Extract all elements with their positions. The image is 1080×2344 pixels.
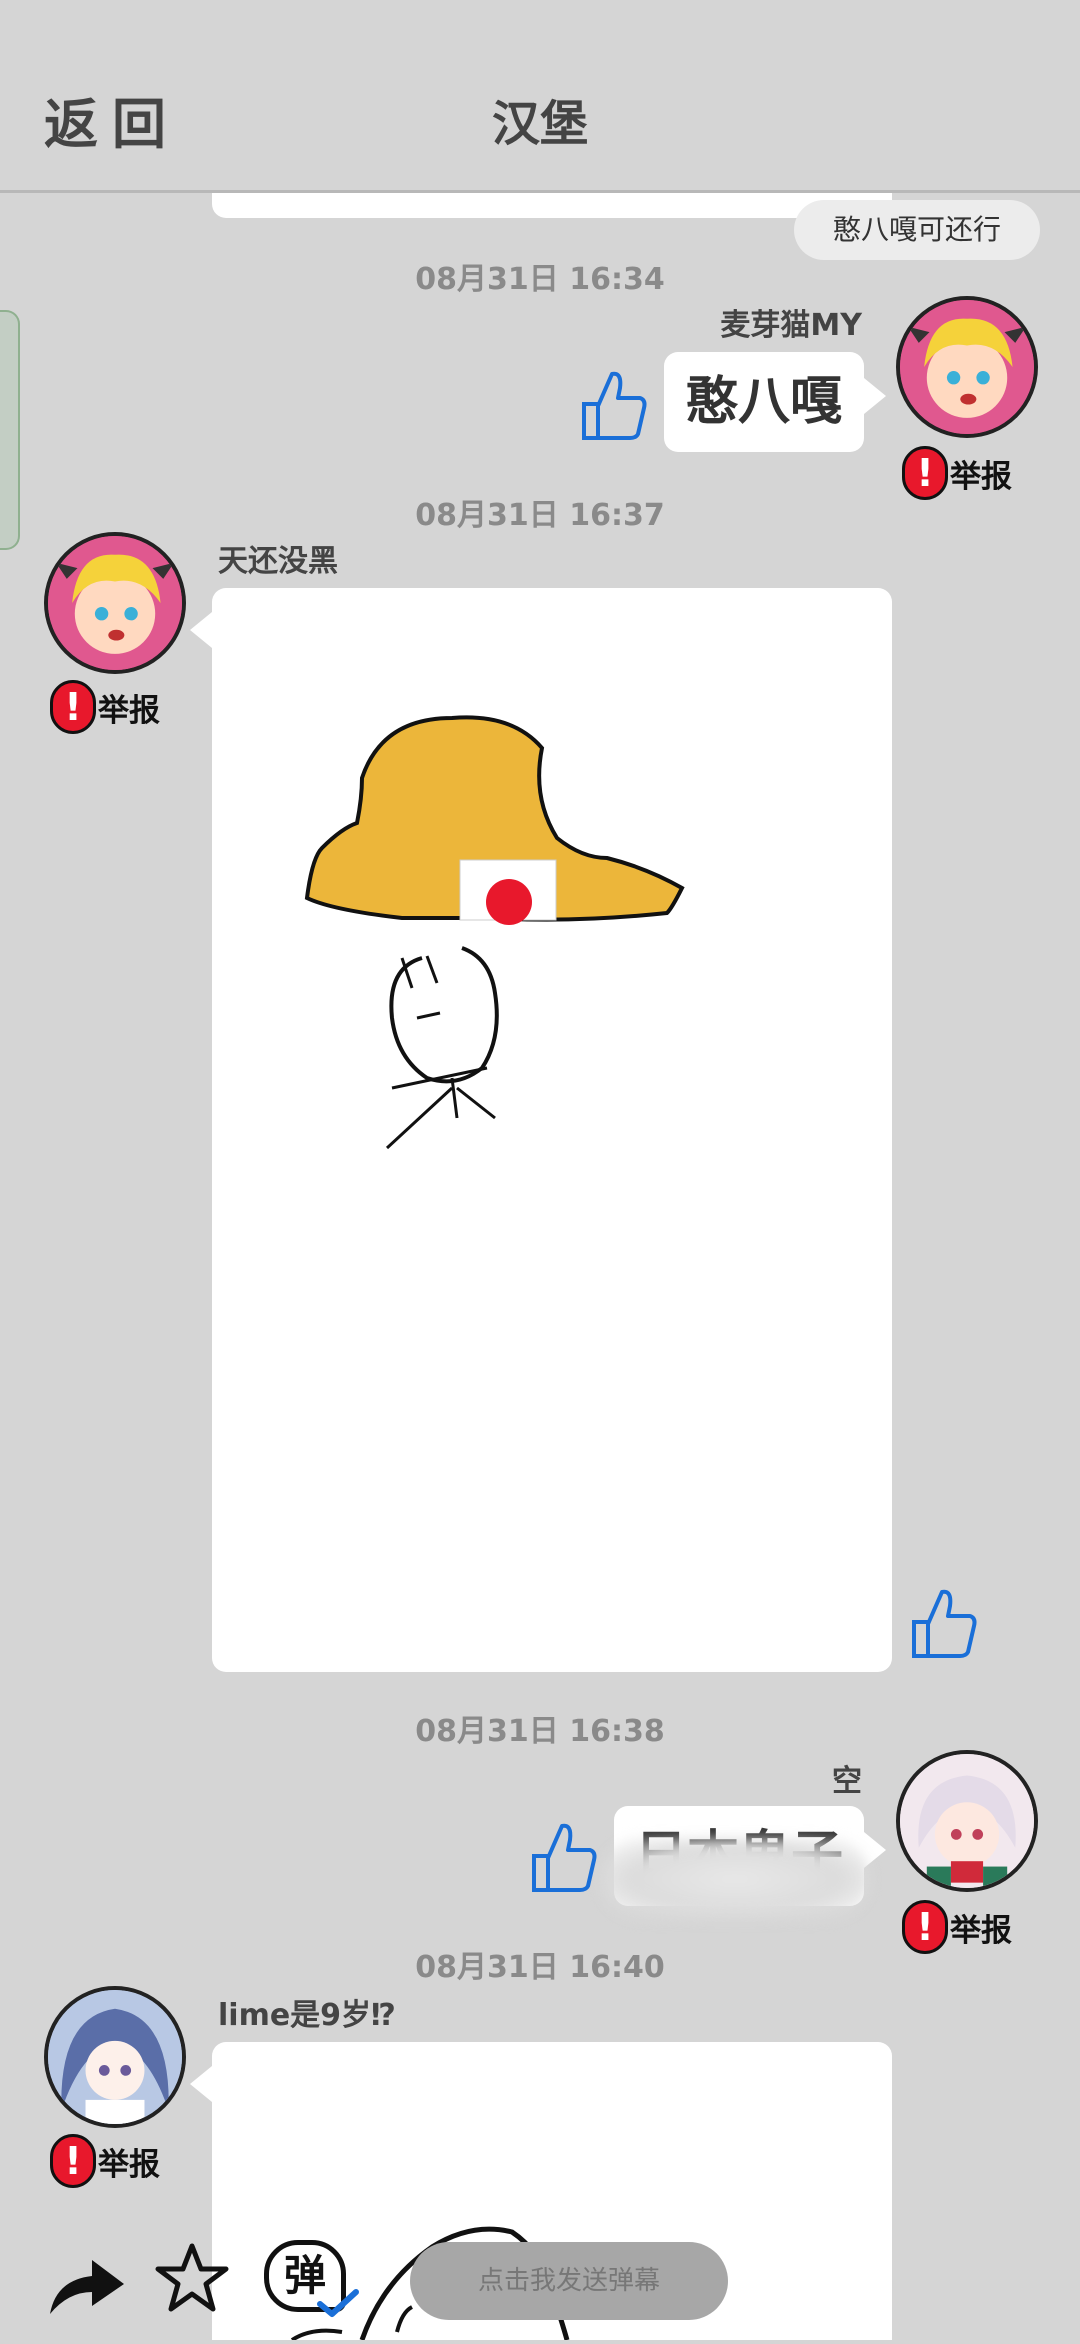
- avatar-image: [48, 1990, 182, 2124]
- message-image-bubble[interactable]: [212, 588, 892, 1672]
- avatar[interactable]: [896, 1750, 1038, 1892]
- message-username[interactable]: lime是9岁⁉: [218, 1990, 396, 2034]
- bubble-tail: [190, 612, 212, 648]
- report-label: 举报: [98, 2146, 160, 2183]
- report-button[interactable]: ! 举报: [50, 680, 160, 734]
- message-timestamp: 08月31日 16:34: [415, 262, 665, 297]
- avatar-image: [900, 300, 1034, 434]
- message-text-bubble[interactable]: 憨八嘎: [664, 352, 864, 452]
- avatar[interactable]: [44, 1986, 186, 2128]
- bubble-tail: [190, 2066, 212, 2102]
- avatar[interactable]: [44, 532, 186, 674]
- avatar[interactable]: [896, 296, 1038, 438]
- avatar-image: [900, 1754, 1034, 1888]
- message-username[interactable]: 麦芽猫MY: [720, 300, 862, 344]
- warning-icon: !: [50, 680, 96, 734]
- like-icon[interactable]: [526, 1816, 600, 1896]
- report-label: 举报: [950, 458, 1012, 495]
- warning-icon: !: [50, 2134, 96, 2188]
- drawing-image: [304, 715, 685, 1150]
- page-title: 汉堡: [491, 96, 588, 152]
- checkmark-icon: [317, 2289, 359, 2317]
- like-icon[interactable]: [906, 1582, 980, 1662]
- message-timestamp: 08月31日 16:37: [415, 498, 665, 533]
- message-timestamp: 08月31日 16:38: [415, 1714, 665, 1749]
- report-label: 举报: [98, 692, 160, 729]
- top-bar: 返回 汉堡: [0, 0, 1080, 193]
- bubble-tail: [864, 378, 886, 414]
- danmaku-input[interactable]: 点击我发送弹幕: [410, 2242, 728, 2320]
- share-icon[interactable]: [44, 2250, 128, 2320]
- star-icon[interactable]: [154, 2240, 230, 2316]
- danmaku-toggle-icon[interactable]: 弹: [262, 2238, 360, 2320]
- censor-overlay: [600, 1838, 870, 1920]
- message-timestamp: 08月31日 16:40: [415, 1950, 665, 1985]
- danmaku-bullet: 憨八嘎可还行: [794, 200, 1040, 260]
- avatar-image: [48, 536, 182, 670]
- report-button[interactable]: ! 举报: [50, 2134, 160, 2188]
- like-icon[interactable]: [576, 364, 650, 444]
- message-username[interactable]: 空: [832, 1756, 862, 1800]
- message-username[interactable]: 天还没黑: [218, 536, 338, 580]
